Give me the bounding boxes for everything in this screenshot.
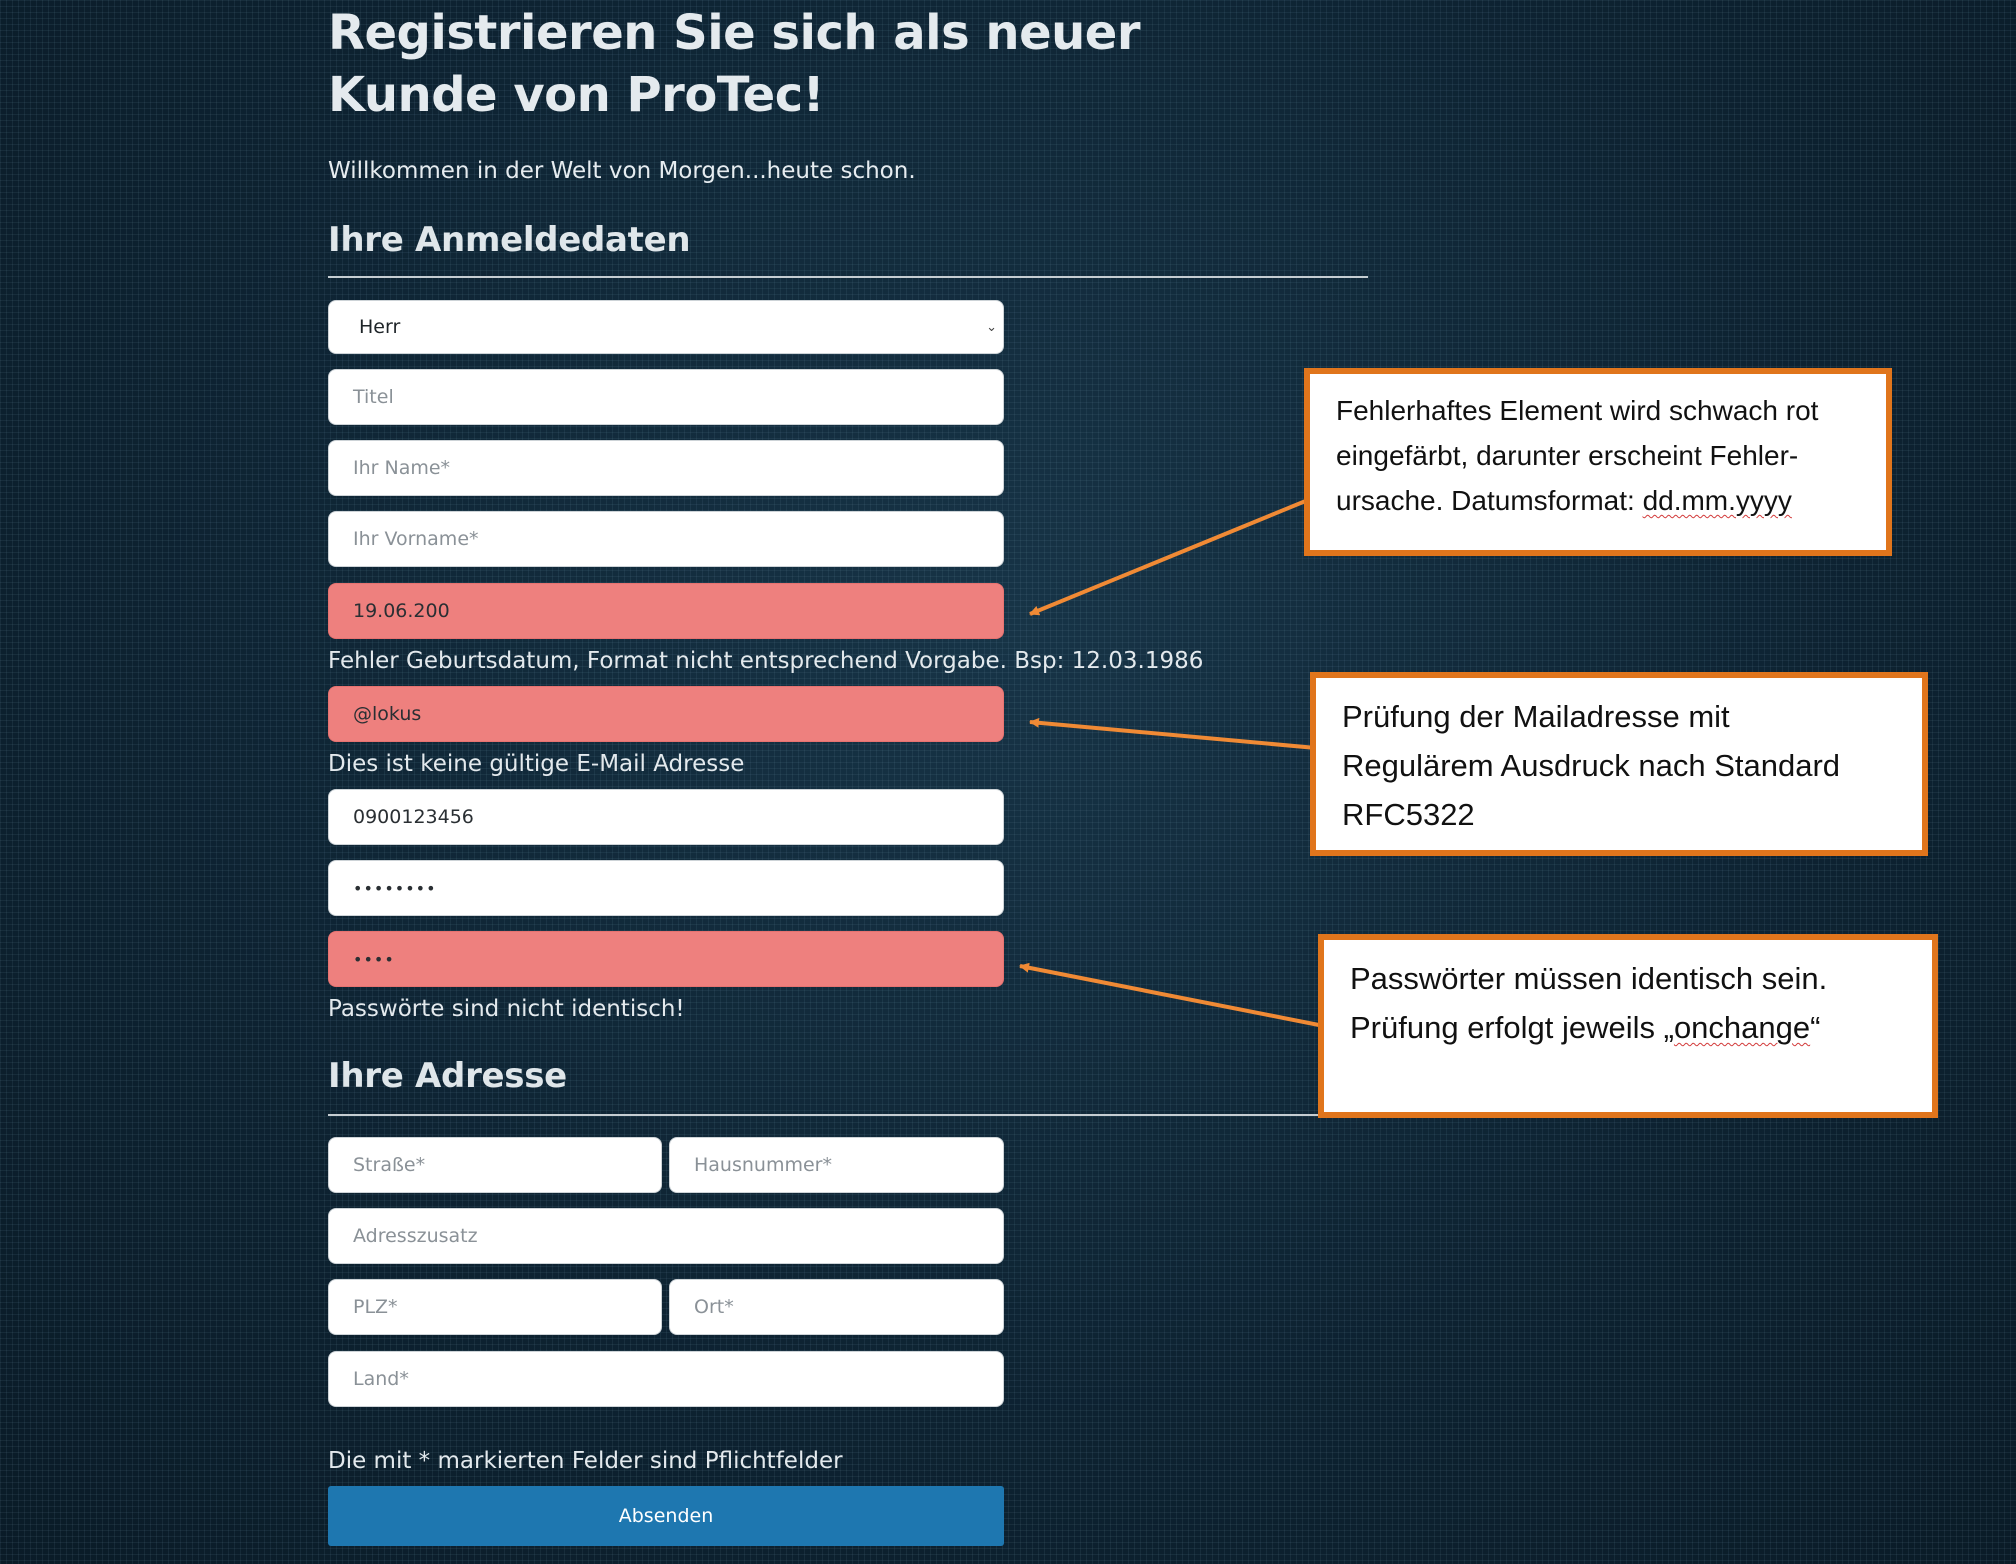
housenumber-input[interactable]: Hausnummer* [669,1137,1004,1193]
callout-mail-line1: Prüfung der Mailadresse mit [1342,699,1730,734]
password-value: •••••••• [353,878,437,898]
name-placeholder: Ihr Name* [353,457,451,479]
page-subtitle: Willkommen in der Welt von Morgen...heut… [328,158,916,184]
callout-error-line2: eingefärbt, darunter erscheint Fehler- [1336,440,1799,471]
salutation-select[interactable]: Herr ⌄ [328,300,1004,354]
arrow-to-email [1029,717,1317,750]
city-input[interactable]: Ort* [669,1279,1004,1335]
callout-password-line2: Prüfung erfolgt jeweils „onchange“ [1350,1003,1906,1052]
phone-input[interactable]: 0900123456 [328,789,1004,845]
callout-password-check: Passwörter müssen identisch sein. Prüfun… [1318,934,1938,1118]
callout-mail-line2: Regulärem Ausdruck nach Standard [1342,748,1841,783]
callout-error-line3-prefix: ursache. Datumsformat: [1336,485,1643,516]
firstname-input[interactable]: Ihr Vorname* [328,511,1004,567]
zip-input[interactable]: PLZ* [328,1279,662,1335]
callout-password-line2-prefix: Prüfung erfolgt jeweils „ [1350,1010,1674,1045]
submit-button[interactable]: Absenden [328,1486,1004,1546]
street-input[interactable]: Straße* [328,1137,662,1193]
page-title: Registrieren Sie sich als neuer Kunde vo… [328,5,1141,123]
email-value: @lokus [353,703,422,725]
callout-password-line2-suffix: “ [1810,1010,1821,1045]
callout-password-onchange: onchange [1673,1010,1811,1045]
address-section-heading: Ihre Adresse [328,1056,567,1096]
password-confirm-value: •••• [353,949,395,969]
callout-password-line1: Passwörter müssen identisch sein. [1350,961,1828,996]
address-addition-placeholder: Adresszusatz [353,1225,478,1247]
name-input[interactable]: Ihr Name* [328,440,1004,496]
callout-error-format: dd.mm.yyyy [1642,485,1792,516]
housenumber-placeholder: Hausnummer* [694,1154,832,1176]
arrow-to-birthdate [1029,498,1309,616]
street-placeholder: Straße* [353,1154,426,1176]
arrow-to-password [1019,962,1325,1028]
password-input[interactable]: •••••••• [328,860,1004,916]
login-section-divider [328,276,1368,278]
login-section-heading: Ihre Anmeldedaten [328,220,691,260]
email-error-message: Dies ist keine gültige E-Mail Adresse [328,751,745,777]
birthdate-value: 19.06.200 [353,600,450,622]
email-input[interactable]: @lokus [328,686,1004,742]
callout-error-field: Fehlerhaftes Element wird schwach rot ei… [1304,368,1892,556]
chevron-down-icon: ⌄ [986,319,997,335]
callout-mail-check: Prüfung der Mailadresse mit Regulärem Au… [1310,672,1928,856]
title-input[interactable]: Titel [328,369,1004,425]
birthdate-error-message: Fehler Geburtsdatum, Format nicht entspr… [328,648,1204,674]
city-placeholder: Ort* [694,1296,734,1318]
country-placeholder: Land* [353,1368,409,1390]
callout-error-line1: Fehlerhaftes Element wird schwach rot [1336,395,1819,426]
firstname-placeholder: Ihr Vorname* [353,528,479,550]
salutation-value: Herr [359,316,401,338]
required-fields-note: Die mit * markierten Felder sind Pflicht… [328,1448,843,1474]
callout-error-line3: ursache. Datumsformat: dd.mm.yyyy [1336,478,1860,523]
phone-value: 0900123456 [353,806,474,828]
birthdate-input[interactable]: 19.06.200 [328,583,1004,639]
password-error-message: Passwörte sind nicht identisch! [328,996,685,1022]
address-section-divider [328,1114,1368,1116]
password-confirm-input[interactable]: •••• [328,931,1004,987]
title-placeholder: Titel [353,386,394,408]
address-addition-input[interactable]: Adresszusatz [328,1208,1004,1264]
country-input[interactable]: Land* [328,1351,1004,1407]
zip-placeholder: PLZ* [353,1296,398,1318]
callout-mail-line3: RFC5322 [1342,797,1475,832]
